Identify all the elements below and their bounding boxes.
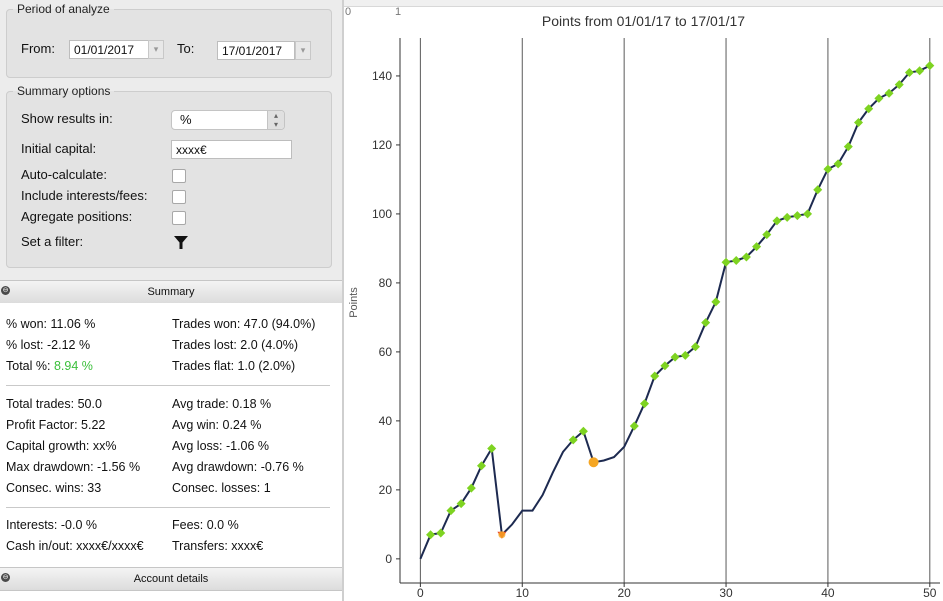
set-filter-label: Set a filter: bbox=[21, 234, 84, 249]
stat-avg-drawdown: Avg drawdown: -0.76 % bbox=[172, 460, 304, 474]
win-marker bbox=[436, 528, 446, 538]
y-tick-label: 60 bbox=[379, 345, 393, 359]
left-panel: Period of analyze From: 01/01/2017 ▾ To:… bbox=[0, 0, 342, 601]
stat-transfers: Transfers: xxxx€ bbox=[172, 539, 264, 553]
to-date-dropdown[interactable]: ▾ bbox=[295, 41, 311, 60]
period-legend: Period of analyze bbox=[17, 2, 110, 16]
x-tick-label: 20 bbox=[617, 586, 631, 600]
stat-avg-trade: Avg trade: 0.18 % bbox=[172, 397, 272, 411]
chart-panel: 0 1 Points from 01/01/17 to 17/01/17 0 10… bbox=[344, 0, 943, 601]
aggregate-positions-label: Agregate positions: bbox=[21, 209, 133, 224]
stat-profit-factor: Profit Factor: 5.22 bbox=[6, 418, 106, 432]
stat-total-value: 8.94 % bbox=[53, 359, 93, 373]
stat-avg-win: Avg win: 0.24 % bbox=[172, 418, 262, 432]
show-results-select[interactable]: % ▴ ▾ bbox=[171, 110, 285, 130]
y-tick-label: 20 bbox=[379, 483, 393, 497]
y-axis-label: Points bbox=[348, 287, 360, 318]
summary-stats-panel: % won: 11.06 % % lost: -2.12 % Total %: … bbox=[0, 303, 342, 568]
stat-max-drawdown: Max drawdown: -1.56 % bbox=[6, 460, 141, 474]
include-interests-checkbox[interactable] bbox=[172, 190, 186, 204]
stat-trades-won: Trades won: 47.0 (94.0%) bbox=[172, 317, 316, 331]
win-marker bbox=[843, 142, 853, 152]
stat-cash-in-out: Cash in/out: xxxx€/xxxx€ bbox=[6, 539, 144, 553]
y-tick-label: 120 bbox=[372, 138, 392, 152]
collapse-icon[interactable]: ⊖ bbox=[1, 573, 10, 582]
win-marker bbox=[640, 399, 650, 409]
y-tick-label: 140 bbox=[372, 69, 392, 83]
win-marker bbox=[792, 211, 802, 221]
show-results-value: % bbox=[180, 112, 192, 127]
win-marker bbox=[426, 530, 436, 540]
stat-interests: Interests: -0.0 % bbox=[6, 518, 98, 532]
from-date-dropdown[interactable]: ▾ bbox=[148, 40, 164, 59]
x-tick-label: 10 bbox=[516, 586, 530, 600]
aggregate-positions-checkbox[interactable] bbox=[172, 211, 186, 225]
y-tick-label: 100 bbox=[372, 207, 392, 221]
x-tick-label: 50 bbox=[923, 586, 937, 600]
stat-trades-lost: Trades lost: 2.0 (4.0%) bbox=[172, 338, 298, 352]
win-marker bbox=[701, 318, 711, 328]
win-marker bbox=[487, 443, 497, 453]
win-marker bbox=[477, 461, 487, 471]
loss-marker-dot bbox=[498, 531, 506, 539]
stat-won-pct: % won: 11.06 % bbox=[6, 317, 96, 331]
stat-avg-loss: Avg loss: -1.06 % bbox=[172, 439, 270, 453]
auto-calculate-checkbox[interactable] bbox=[172, 169, 186, 183]
stat-lost-pct: % lost: -2.12 % bbox=[6, 338, 91, 352]
include-interests-label: Include interests/fees: bbox=[21, 188, 148, 203]
x-tick-label: 30 bbox=[719, 586, 733, 600]
win-marker bbox=[833, 159, 843, 169]
win-marker bbox=[813, 185, 823, 195]
win-marker bbox=[629, 421, 639, 431]
stat-consec-losses: Consec. losses: 1 bbox=[172, 481, 271, 495]
account-details-panel bbox=[0, 591, 342, 601]
win-marker bbox=[711, 297, 721, 307]
y-tick-label: 40 bbox=[379, 414, 393, 428]
win-marker bbox=[823, 164, 833, 174]
summary-section-header[interactable]: ⊖ Summary bbox=[0, 280, 342, 304]
show-results-label: Show results in: bbox=[21, 111, 113, 126]
to-date-field[interactable]: 17/01/2017 bbox=[217, 41, 295, 60]
from-date-field[interactable]: 01/01/2017 bbox=[69, 40, 149, 59]
initial-capital-field[interactable]: xxxx€ bbox=[171, 140, 292, 159]
filter-funnel-icon[interactable] bbox=[174, 236, 188, 250]
period-of-analyze-group: Period of analyze bbox=[6, 2, 332, 78]
flat-marker bbox=[588, 457, 599, 468]
points-line-chart: 0 10 20 30 40 50 0 20 40 60 80 100 120 140 Points bbox=[348, 38, 940, 600]
stat-total-prefix: Total %: bbox=[6, 359, 54, 373]
divider bbox=[6, 507, 330, 508]
win-marker bbox=[731, 255, 741, 265]
y-tick-label: 0 bbox=[385, 552, 392, 566]
initial-capital-label: Initial capital: bbox=[21, 141, 97, 156]
x-tick-label: 0 bbox=[417, 586, 424, 600]
stat-consec-wins: Consec. wins: 33 bbox=[6, 481, 102, 495]
account-details-section-header[interactable]: ⊖ Account details bbox=[0, 567, 342, 591]
y-tick-label: 80 bbox=[379, 276, 393, 290]
win-marker bbox=[721, 257, 731, 267]
x-tick-label: 40 bbox=[821, 586, 835, 600]
win-marker bbox=[782, 212, 792, 222]
win-marker bbox=[925, 61, 935, 71]
chevron-down-icon: ▾ bbox=[300, 45, 306, 55]
updown-arrows-icon: ▴ ▾ bbox=[267, 111, 284, 129]
auto-calculate-label: Auto-calculate: bbox=[21, 167, 107, 182]
stat-fees: Fees: 0.0 % bbox=[172, 518, 239, 532]
divider bbox=[6, 385, 330, 386]
account-details-title: Account details bbox=[133, 573, 209, 585]
stat-total-pct: Total %: 8.94 % bbox=[6, 359, 93, 373]
stat-total-trades: Total trades: 50.0 bbox=[6, 397, 102, 411]
to-label: To: bbox=[177, 41, 195, 56]
stat-capital-growth: Capital growth: xx% bbox=[6, 439, 117, 453]
stat-trades-flat: Trades flat: 1.0 (2.0%) bbox=[172, 359, 296, 373]
chevron-down-icon: ▾ bbox=[153, 44, 159, 54]
from-label: From: bbox=[21, 41, 55, 56]
win-marker bbox=[803, 209, 813, 219]
win-marker bbox=[915, 66, 925, 76]
series-line bbox=[419, 64, 931, 560]
summary-title: Summary bbox=[147, 286, 195, 298]
collapse-icon[interactable]: ⊖ bbox=[1, 286, 10, 295]
summary-options-legend: Summary options bbox=[17, 84, 111, 98]
